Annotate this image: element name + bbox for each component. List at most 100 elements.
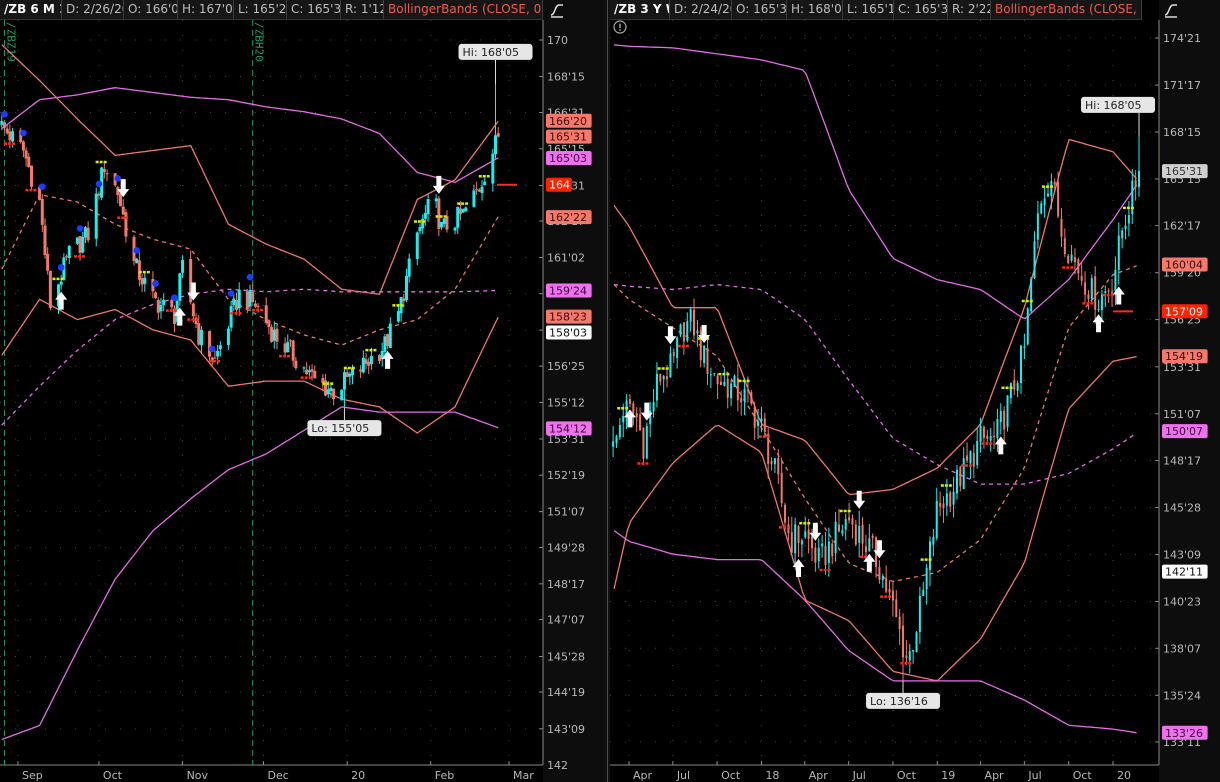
candle-body[interactable] <box>757 421 760 426</box>
candle-body[interactable] <box>383 336 387 353</box>
candle-body[interactable] <box>639 414 642 431</box>
candle-body[interactable] <box>635 413 638 418</box>
candle-body[interactable] <box>767 433 770 464</box>
candle-body[interactable] <box>248 289 252 307</box>
candle-body[interactable] <box>475 189 479 191</box>
candle-body[interactable] <box>270 326 274 342</box>
candle-body[interactable] <box>746 390 749 392</box>
candle-body[interactable] <box>181 259 185 273</box>
candle-body[interactable] <box>814 547 817 563</box>
candle-body[interactable] <box>932 536 935 545</box>
candle-body[interactable] <box>831 543 834 557</box>
symbol-label[interactable]: /ZB 6 M 1D <box>0 0 62 19</box>
candle-body[interactable] <box>302 367 306 369</box>
candle-body[interactable] <box>477 189 481 192</box>
candle-body[interactable] <box>162 299 166 305</box>
candle-body[interactable] <box>726 378 729 398</box>
candle-body[interactable] <box>1033 241 1036 278</box>
candle-body[interactable] <box>807 529 810 539</box>
candle-body[interactable] <box>1124 225 1127 230</box>
candle-body[interactable] <box>649 410 652 425</box>
candle-body[interactable] <box>959 466 962 487</box>
candle-body[interactable] <box>480 186 484 194</box>
candle-body[interactable] <box>854 524 857 545</box>
candle-body[interactable] <box>388 323 392 349</box>
candle-body[interactable] <box>982 427 985 438</box>
candle-body[interactable] <box>689 309 692 322</box>
candle-body[interactable] <box>48 270 52 309</box>
candle-body[interactable] <box>1114 269 1117 292</box>
candle-body[interactable] <box>307 370 311 373</box>
candle-body[interactable] <box>291 340 295 361</box>
candle-body[interactable] <box>612 441 615 447</box>
candle-body[interactable] <box>834 521 837 554</box>
candle-body[interactable] <box>86 227 90 241</box>
candle-body[interactable] <box>156 300 160 313</box>
candle-body[interactable] <box>733 375 736 387</box>
candle-body[interactable] <box>199 329 203 346</box>
candle-body[interactable] <box>197 323 201 345</box>
candle-body[interactable] <box>709 374 712 376</box>
candle-body[interactable] <box>0 120 4 125</box>
candle-body[interactable] <box>790 532 793 553</box>
candle-body[interactable] <box>841 530 844 534</box>
candle-body[interactable] <box>124 212 128 237</box>
candle-body[interactable] <box>445 216 449 230</box>
candle-body[interactable] <box>456 206 460 228</box>
candle-body[interactable] <box>655 373 658 401</box>
candle-body[interactable] <box>868 538 871 552</box>
candle-body[interactable] <box>622 416 625 423</box>
candle-body[interactable] <box>396 311 400 322</box>
candle-body[interactable] <box>97 193 101 196</box>
candle-body[interactable] <box>885 578 888 592</box>
candle-body[interactable] <box>442 218 446 224</box>
candle-body[interactable] <box>962 458 965 490</box>
candle-body[interactable] <box>59 281 63 285</box>
candle-body[interactable] <box>119 193 123 207</box>
candle-body[interactable] <box>46 253 50 271</box>
candle-body[interactable] <box>753 406 756 428</box>
candle-body[interactable] <box>67 245 71 258</box>
candle-body[interactable] <box>426 199 430 215</box>
candle-body[interactable] <box>918 595 921 633</box>
candle-body[interactable] <box>797 526 800 544</box>
candle-body[interactable] <box>472 190 476 207</box>
candle-body[interactable] <box>645 425 648 459</box>
candle-body[interactable] <box>329 388 333 392</box>
candle-body[interactable] <box>794 524 797 554</box>
candle-body[interactable] <box>986 435 989 439</box>
candle-body[interactable] <box>310 369 314 372</box>
candle-body[interactable] <box>402 298 406 302</box>
candle-body[interactable] <box>1013 379 1016 390</box>
candle-body[interactable] <box>415 232 419 260</box>
candle-body[interactable] <box>780 472 783 504</box>
right-price-chart[interactable]: 174'21171'17168'15165'15162'17159'20156'… <box>610 20 1220 782</box>
candle-body[interactable] <box>888 588 891 593</box>
candle-body[interactable] <box>24 150 28 159</box>
candle-body[interactable] <box>5 128 9 134</box>
candle-body[interactable] <box>1121 230 1124 239</box>
candle-body[interactable] <box>817 547 820 562</box>
candle-body[interactable] <box>210 357 214 360</box>
candle-body[interactable] <box>871 535 874 539</box>
candle-body[interactable] <box>458 208 462 215</box>
candle-body[interactable] <box>434 198 438 202</box>
candle-body[interactable] <box>773 458 776 465</box>
candle-body[interactable] <box>942 503 945 509</box>
candle-body[interactable] <box>1009 382 1012 399</box>
candle-body[interactable] <box>669 353 672 378</box>
candle-body[interactable] <box>367 361 371 366</box>
candle-body[interactable] <box>915 632 918 653</box>
candle-body[interactable] <box>213 357 217 359</box>
candle-body[interactable] <box>922 590 925 596</box>
candle-body[interactable] <box>632 403 635 414</box>
candle-body[interactable] <box>440 222 444 228</box>
candle-body[interactable] <box>811 536 814 549</box>
candle-body[interactable] <box>858 525 861 543</box>
candle-body[interactable] <box>27 156 31 168</box>
candle-body[interactable] <box>342 372 346 390</box>
candle-body[interactable] <box>313 370 317 379</box>
candle-body[interactable] <box>65 256 69 258</box>
candle-body[interactable] <box>11 131 15 142</box>
candle-body[interactable] <box>976 440 979 465</box>
